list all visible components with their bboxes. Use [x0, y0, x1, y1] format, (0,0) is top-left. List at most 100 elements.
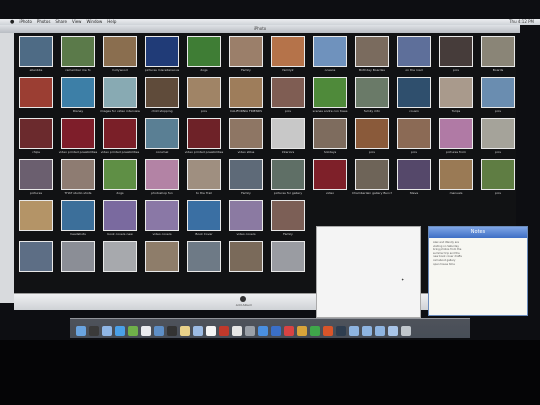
album-thumbnail[interactable]: Family: [226, 36, 266, 74]
album-thumbnail[interactable]: Boards: [478, 36, 516, 74]
album-thumbnail[interactable]: CALIFORNIA FRIENDS: [226, 77, 266, 115]
album-thumbnail[interactable]: Chamberlain gallery Bunch: [352, 159, 392, 197]
lightroom-icon[interactable]: [336, 326, 346, 336]
notes-window[interactable]: Notes Alex and Wendy are visiting on Satu…: [428, 226, 528, 316]
album-caption: cozumel: [155, 150, 169, 154]
album-thumbnail[interactable]: Birthday Boardes: [352, 36, 392, 74]
album-thumbnail[interactable]: to the Trail: [184, 159, 224, 197]
album-thumbnail[interactable]: ellenbbs: [16, 36, 56, 74]
album-thumbnail[interactable]: pics: [394, 118, 434, 156]
album-thumbnail[interactable]: photoshop fun: [142, 159, 182, 197]
album-thumbnail[interactable]: pics: [268, 77, 308, 115]
album-thumbnail[interactable]: manuals: [436, 159, 476, 197]
powerpoint-icon[interactable]: [323, 326, 333, 336]
album-thumbnail[interactable]: family mtn: [352, 77, 392, 115]
trash-icon[interactable]: [401, 326, 411, 336]
album-thumbnail[interactable]: [142, 241, 182, 279]
album-thumbnail[interactable]: oceans: [310, 36, 350, 74]
album-thumbnail[interactable]: video printed possibilities: [100, 118, 140, 156]
source-list[interactable]: [0, 33, 14, 303]
album-thumbnail[interactable]: pics: [436, 36, 476, 74]
app-store-icon[interactable]: [258, 326, 268, 336]
album-thumbnail[interactable]: Book Cover: [184, 200, 224, 238]
album-thumbnail[interactable]: [226, 241, 266, 279]
album-thumbnail[interactable]: pics: [184, 77, 224, 115]
album-thumbnail[interactable]: dogs: [100, 159, 140, 197]
album-thumbnail[interactable]: [16, 200, 56, 238]
album-thumbnail[interactable]: holidays: [310, 118, 350, 156]
album-thumbnail[interactable]: pics: [478, 159, 516, 197]
album-thumbnail[interactable]: Disney: [58, 77, 98, 115]
album-thumbnail-image: [439, 77, 473, 108]
album-thumbnail[interactable]: book covers new: [100, 200, 140, 238]
album-thumbnail[interactable]: [184, 241, 224, 279]
album-thumbnail[interactable]: pictures from: [436, 118, 476, 156]
finder-icon[interactable]: [76, 326, 86, 336]
album-thumbnail[interactable]: chips: [16, 118, 56, 156]
help-icon[interactable]: [284, 326, 294, 336]
album-thumbnail-image: [397, 159, 431, 190]
album-thumbnail[interactable]: pics: [478, 118, 516, 156]
album-thumbnail[interactable]: remember me fo: [58, 36, 98, 74]
window-title-bar[interactable]: iPhoto: [0, 25, 520, 33]
notes-icon[interactable]: [180, 326, 190, 336]
album-thumbnail[interactable]: [58, 241, 98, 279]
album-thumbnail[interactable]: Interiors: [268, 118, 308, 156]
album-thumbnail[interactable]: [16, 77, 56, 115]
mail-icon[interactable]: [102, 326, 112, 336]
album-thumbnail[interactable]: [100, 241, 140, 279]
album-thumbnail[interactable]: pictures miscellaneous: [142, 36, 182, 74]
album-thumbnail[interactable]: Family: [226, 159, 266, 197]
album-thumbnail[interactable]: Family: [268, 200, 308, 238]
safari-icon[interactable]: [115, 326, 125, 336]
itunes-icon[interactable]: [128, 326, 138, 336]
folder-icon[interactable]: [375, 326, 385, 336]
album-thumbnail[interactable]: video: [310, 159, 350, 197]
album-thumbnail[interactable]: cousin: [394, 77, 434, 115]
word-icon[interactable]: [271, 326, 281, 336]
album-thumbnail[interactable]: Steve: [394, 159, 434, 197]
album-thumbnail-image: [313, 159, 347, 190]
folder-icon[interactable]: [362, 326, 372, 336]
album-thumbnail[interactable]: dogs: [184, 36, 224, 74]
album-thumbnail[interactable]: video printed possibilities: [58, 118, 98, 156]
dashboard-icon[interactable]: [89, 326, 99, 336]
album-thumbnail[interactable]: video covers: [142, 200, 182, 238]
album-thumbnail-image: [355, 36, 389, 67]
blank-window[interactable]: ✦: [316, 226, 421, 318]
iphoto-icon[interactable]: [154, 326, 164, 336]
album-thumbnail[interactable]: pics: [478, 77, 516, 115]
calendar-icon[interactable]: [206, 326, 216, 336]
album-thumbnail[interactable]: video printed possibilities: [184, 118, 224, 156]
album-thumbnail[interactable]: THAT studio shots: [58, 159, 98, 197]
ical-icon[interactable]: [141, 326, 151, 336]
photo-booth-icon[interactable]: [219, 326, 229, 336]
album-thumbnail[interactable]: cozumel: [142, 118, 182, 156]
album-thumbnail[interactable]: headshots: [58, 200, 98, 238]
folder-icon[interactable]: [349, 326, 359, 336]
album-thumbnail[interactable]: Tulips: [436, 77, 476, 115]
album-thumbnail[interactable]: [268, 241, 308, 279]
album-thumbnail[interactable]: [16, 241, 56, 279]
album-thumbnail[interactable]: pics: [352, 118, 392, 156]
album-thumbnail[interactable]: pictures: [16, 159, 56, 197]
album-thumbnail[interactable]: images for video interviews: [100, 77, 140, 115]
aperture-icon[interactable]: [167, 326, 177, 336]
album-thumbnail[interactable]: pictures for gallery: [268, 159, 308, 197]
album-thumbnail[interactable]: scenes andre con trees: [310, 77, 350, 115]
album-thumbnail-image: [19, 159, 53, 190]
notes-body[interactable]: Alex and Wendy are visiting on Saturday br…: [429, 238, 527, 269]
system-preferences-icon[interactable]: [245, 326, 255, 336]
album-thumbnail[interactable]: family2: [268, 36, 308, 74]
preview-icon[interactable]: [193, 326, 203, 336]
album-thumbnail[interactable]: on the road: [394, 36, 434, 74]
excel-icon[interactable]: [310, 326, 320, 336]
documents-icon[interactable]: [388, 326, 398, 336]
album-thumbnail[interactable]: hollywood: [100, 36, 140, 74]
album-thumbnail[interactable]: child stopping: [142, 77, 182, 115]
album-thumbnail[interactable]: video covers: [226, 200, 266, 238]
flash-icon[interactable]: [297, 326, 307, 336]
textedit-icon[interactable]: [232, 326, 242, 336]
add-album-icon[interactable]: [240, 296, 246, 302]
album-thumbnail[interactable]: video stilss: [226, 118, 266, 156]
